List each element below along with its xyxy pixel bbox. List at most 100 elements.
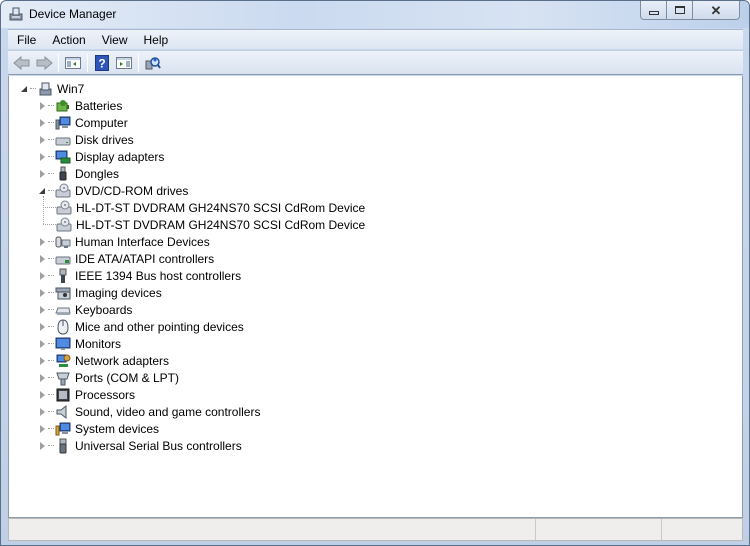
- expand-arrow-icon[interactable]: [37, 407, 47, 417]
- expand-arrow-icon[interactable]: [37, 390, 47, 400]
- dvd-drive-icon: [55, 183, 71, 197]
- tree-connector: [48, 309, 54, 310]
- tree-node-category[interactable]: Processors: [37, 386, 136, 403]
- monitor-icon: [55, 337, 71, 350]
- node-label: Win7: [57, 81, 85, 96]
- tree-node-category[interactable]: Batteries: [37, 97, 123, 114]
- dvd-drive-icon: [56, 200, 72, 214]
- expand-arrow-icon[interactable]: [37, 424, 47, 434]
- tree-node-category[interactable]: IEEE 1394 Bus host controllers: [37, 267, 242, 284]
- tree-connector: [30, 88, 36, 89]
- toolbar: ?: [8, 50, 743, 75]
- expand-arrow-icon[interactable]: [37, 322, 47, 332]
- tree-node-category[interactable]: Dongles: [37, 165, 120, 182]
- help-button[interactable]: ?: [91, 52, 113, 74]
- action-pane-icon: [116, 56, 132, 69]
- close-icon: ✕: [710, 2, 722, 18]
- expand-arrow-icon[interactable]: [37, 152, 47, 162]
- tree-node-category[interactable]: Display adapters: [37, 148, 165, 165]
- tree-connector: [48, 411, 54, 412]
- device-manager-icon: [9, 7, 23, 21]
- tree-node-category[interactable]: Monitors: [37, 335, 122, 352]
- forward-arrow-icon: [36, 55, 53, 70]
- tree-node-category[interactable]: Keyboards: [37, 301, 133, 318]
- tree-node-category[interactable]: Universal Serial Bus controllers: [37, 437, 243, 454]
- close-button[interactable]: ✕: [693, 1, 740, 20]
- computer-tower-icon: [39, 82, 52, 95]
- expand-arrow-icon[interactable]: [37, 288, 47, 298]
- tree-node-category[interactable]: Ports (COM & LPT): [37, 369, 180, 386]
- dvd-drive-icon: [56, 217, 72, 231]
- node-label: HL-DT-ST DVDRAM GH24NS70 SCSI CdRom Devi…: [76, 200, 366, 215]
- scan-hardware-changes-button[interactable]: [142, 52, 164, 74]
- expand-arrow-icon[interactable]: [37, 169, 47, 179]
- node-label: Mice and other pointing devices: [75, 319, 244, 334]
- menu-action[interactable]: Action: [44, 31, 93, 49]
- port-icon: [56, 372, 70, 385]
- tree-node-category[interactable]: Disk drives: [37, 131, 135, 148]
- expand-arrow-icon[interactable]: [37, 271, 47, 281]
- tree-connector: [48, 377, 54, 378]
- minimize-button[interactable]: [640, 1, 667, 20]
- device-manager-window: Device Manager ✕ File Action View Help ?…: [0, 0, 750, 546]
- tree-node-device[interactable]: HL-DT-ST DVDRAM GH24NS70 SCSI CdRom Devi…: [56, 216, 366, 233]
- expand-arrow-icon[interactable]: [37, 101, 47, 111]
- tree-node-category[interactable]: IDE ATA/ATAPI controllers: [37, 250, 215, 267]
- processor-icon: [56, 388, 70, 401]
- expand-arrow-icon[interactable]: [37, 237, 47, 247]
- title-bar[interactable]: Device Manager ✕: [1, 1, 749, 28]
- node-label: Imaging devices: [75, 285, 162, 300]
- node-label: IEEE 1394 Bus host controllers: [75, 268, 242, 283]
- tree-node-category[interactable]: Imaging devices: [37, 284, 163, 301]
- tree-node-root[interactable]: Win7: [19, 80, 85, 97]
- expand-arrow-icon[interactable]: [37, 135, 47, 145]
- expand-arrow-icon[interactable]: [37, 254, 47, 264]
- tree-connector: [48, 275, 54, 276]
- show-hide-action-pane-button[interactable]: [113, 52, 135, 74]
- node-label: IDE ATA/ATAPI controllers: [75, 251, 215, 266]
- device-tree[interactable]: Win7 Batteries Computer Disk drives Display …: [8, 76, 743, 518]
- tree-connector: [48, 326, 54, 327]
- forward-button[interactable]: [33, 52, 55, 74]
- tree-connector: [48, 292, 54, 293]
- computer-icon: [55, 116, 71, 129]
- menu-bar: File Action View Help: [8, 29, 743, 49]
- tree-node-category[interactable]: Computer: [37, 114, 129, 131]
- back-button[interactable]: [11, 52, 33, 74]
- menu-file[interactable]: File: [8, 31, 44, 49]
- menu-help[interactable]: Help: [136, 31, 177, 49]
- maximize-icon: [674, 6, 685, 14]
- node-label: HL-DT-ST DVDRAM GH24NS70 SCSI CdRom Devi…: [76, 217, 366, 232]
- tree-node-category[interactable]: Network adapters: [37, 352, 170, 369]
- expand-arrow-icon[interactable]: [37, 339, 47, 349]
- tree-connector: [43, 207, 56, 208]
- node-label: System devices: [75, 421, 160, 436]
- collapse-arrow-icon[interactable]: [19, 84, 29, 94]
- expand-arrow-icon[interactable]: [37, 441, 47, 451]
- expand-arrow-icon[interactable]: [37, 356, 47, 366]
- battery-icon: [56, 99, 69, 111]
- tree-node-category[interactable]: Sound, video and game controllers: [37, 403, 261, 420]
- tree-node-device[interactable]: HL-DT-ST DVDRAM GH24NS70 SCSI CdRom Devi…: [56, 199, 366, 216]
- tree-node-category[interactable]: DVD/CD-ROM drives: [37, 182, 189, 199]
- node-label: Disk drives: [75, 132, 134, 147]
- node-label: Computer: [75, 115, 128, 130]
- tree-connector: [43, 196, 44, 224]
- node-label: Universal Serial Bus controllers: [75, 438, 242, 453]
- show-hide-console-tree-button[interactable]: [62, 52, 84, 74]
- tree-node-category[interactable]: System devices: [37, 420, 160, 437]
- expand-arrow-icon[interactable]: [37, 305, 47, 315]
- menu-view[interactable]: View: [94, 31, 136, 49]
- node-label: Dongles: [75, 166, 120, 181]
- expand-arrow-icon[interactable]: [37, 118, 47, 128]
- collapse-arrow-icon[interactable]: [37, 186, 47, 196]
- toolbar-separator: [138, 53, 139, 72]
- speaker-icon: [56, 404, 67, 419]
- minimize-icon: [648, 10, 659, 15]
- tree-connector: [48, 360, 54, 361]
- expand-arrow-icon[interactable]: [37, 373, 47, 383]
- node-label: DVD/CD-ROM drives: [75, 183, 189, 198]
- tree-node-category[interactable]: Mice and other pointing devices: [37, 318, 245, 335]
- maximize-button[interactable]: [667, 1, 693, 20]
- tree-node-category[interactable]: Human Interface Devices: [37, 233, 211, 250]
